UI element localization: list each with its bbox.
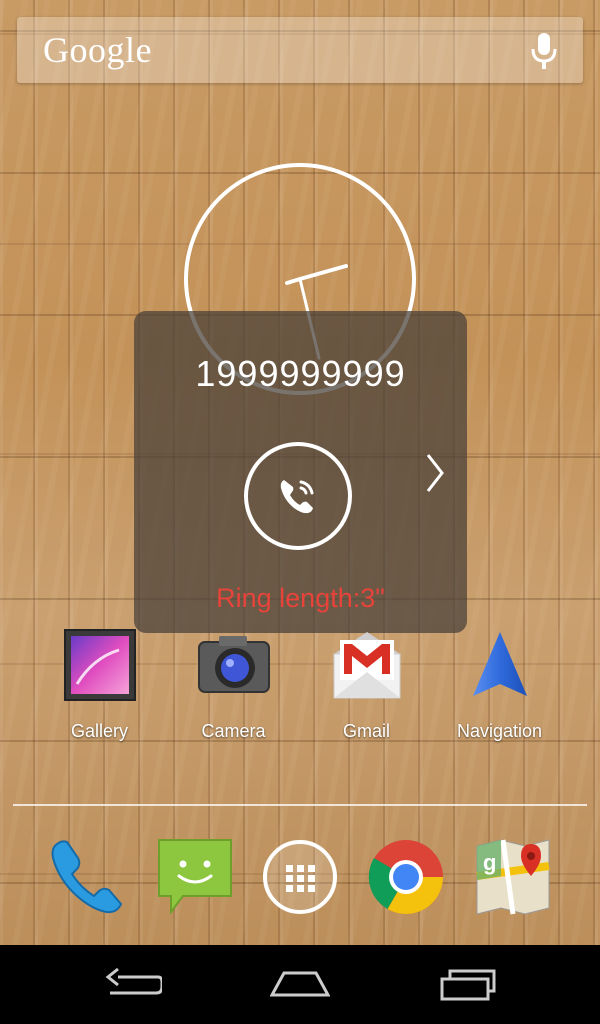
app-gallery[interactable]: Gallery bbox=[33, 628, 166, 748]
app-drawer-icon[interactable] bbox=[260, 836, 340, 918]
gallery-icon bbox=[64, 629, 136, 701]
app-label: Camera bbox=[201, 721, 266, 741]
app-gmail[interactable]: Gmail bbox=[300, 628, 433, 748]
gmail-icon bbox=[333, 632, 401, 699]
app-label: Navigation bbox=[456, 721, 543, 741]
chevron-right-icon[interactable] bbox=[424, 451, 446, 495]
call-button[interactable] bbox=[244, 442, 352, 550]
app-navigation[interactable]: Navigation bbox=[433, 628, 566, 748]
dock-divider bbox=[13, 804, 587, 806]
ring-length-label: Ring length:3" bbox=[216, 583, 385, 613]
svg-text:g: g bbox=[483, 850, 496, 875]
maps-icon[interactable]: g bbox=[473, 836, 553, 918]
chrome-icon[interactable] bbox=[366, 836, 446, 918]
phone-ringing-icon bbox=[280, 480, 314, 514]
camera-icon bbox=[198, 636, 270, 693]
phone-icon[interactable] bbox=[47, 836, 127, 918]
microphone-icon[interactable] bbox=[529, 31, 559, 71]
hour-hand bbox=[298, 264, 348, 281]
messaging-icon[interactable] bbox=[155, 836, 235, 918]
recents-icon[interactable] bbox=[438, 967, 498, 1003]
google-search-bar[interactable]: Google bbox=[17, 17, 583, 83]
app-label: Gallery bbox=[70, 721, 128, 741]
call-overlay: 1999999999 Ring length:3" bbox=[134, 311, 467, 633]
navigation-icon bbox=[473, 632, 527, 696]
system-nav-bar bbox=[0, 945, 600, 1024]
dock: g bbox=[0, 836, 600, 924]
app-label: Gmail bbox=[342, 721, 390, 741]
google-logo: Google bbox=[43, 30, 152, 70]
back-icon[interactable] bbox=[102, 967, 162, 1003]
home-icon[interactable] bbox=[270, 967, 330, 1003]
caller-number: 1999999999 bbox=[195, 353, 406, 394]
home-app-row: Gallery Camera Gmail Navigation bbox=[0, 628, 600, 748]
app-camera[interactable]: Camera bbox=[167, 628, 300, 748]
